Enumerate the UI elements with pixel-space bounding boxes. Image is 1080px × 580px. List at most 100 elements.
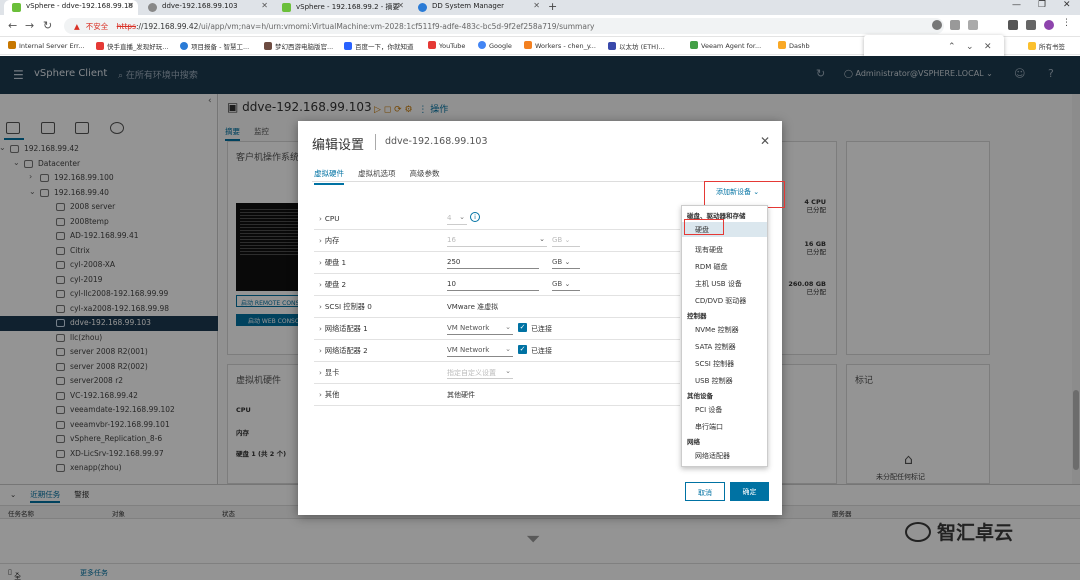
close-tab-icon[interactable]: ✕: [397, 1, 404, 10]
extensions-icon[interactable]: [1008, 20, 1018, 30]
expand-icon[interactable]: ›: [319, 214, 322, 223]
forward-icon[interactable]: →: [25, 19, 34, 32]
menu-item[interactable]: 主机 USB 设备: [682, 276, 767, 291]
expand-icon[interactable]: ›: [319, 368, 322, 377]
dialog-vm-name: ddve-192.168.99.103: [385, 136, 488, 147]
menu-item[interactable]: PCI 设备: [682, 402, 767, 417]
veeam-icon: [690, 41, 698, 49]
disk-1-size-input[interactable]: 250: [447, 256, 539, 269]
browser-tab-label: vSphere - 192.168.99.2 - 摘要: [296, 3, 400, 11]
wechat-icon: [905, 522, 931, 542]
dialog-title: 编辑设置: [312, 138, 365, 153]
more-menu-icon[interactable]: ⋮: [1062, 18, 1072, 28]
hw-row-label: CPU: [324, 214, 340, 223]
find-close-icon[interactable]: ✕: [984, 42, 992, 52]
close-icon[interactable]: ✕: [760, 134, 770, 148]
all-bookmarks[interactable]: 所有书签: [1028, 41, 1065, 51]
expand-icon[interactable]: ›: [319, 346, 322, 355]
bookmark-icon: [264, 42, 272, 50]
menu-item[interactable]: USB 控制器: [682, 373, 767, 388]
bookmark-item[interactable]: Workers - chen_y...: [524, 41, 596, 50]
cloudflare-icon: [524, 41, 532, 49]
menu-group-heading: 网络: [687, 438, 700, 446]
hw-row-scsi-controller[interactable]: › SCSI 控制器 0 VMware 准虚拟: [314, 296, 680, 318]
bookmark-icon: [778, 41, 786, 49]
tab-virtual-hardware[interactable]: 虚拟硬件: [314, 168, 344, 185]
find-prev-icon[interactable]: ⌃: [948, 42, 956, 52]
close-window-icon[interactable]: ✕: [1063, 0, 1071, 10]
expand-icon[interactable]: ›: [319, 324, 322, 333]
menu-item[interactable]: CD/DVD 驱动器: [682, 293, 767, 308]
expand-icon[interactable]: ›: [319, 280, 322, 289]
chevron-down-icon: ⌄: [459, 213, 465, 221]
menu-item[interactable]: NVMe 控制器: [682, 322, 767, 337]
bookmark-star-icon[interactable]: [968, 20, 978, 30]
network-2-select[interactable]: VM Network ⌄: [447, 344, 513, 357]
share-icon[interactable]: [950, 20, 960, 30]
expand-icon[interactable]: ›: [319, 390, 322, 399]
close-tab-icon[interactable]: ✕: [533, 1, 540, 10]
translate-icon[interactable]: [932, 20, 942, 30]
sidebar-icon[interactable]: [1026, 20, 1036, 30]
find-next-icon[interactable]: ⌄: [966, 42, 974, 52]
browser-tab[interactable]: vSphere - ddve-192.168.99.10 ✕: [4, 0, 138, 15]
hw-row-network-2[interactable]: › 网络适配器 2 VM Network ⌄ ✓ 已连接: [314, 340, 680, 362]
cancel-button[interactable]: 取消: [685, 482, 725, 501]
expand-icon[interactable]: ›: [319, 236, 322, 245]
bookmark-item[interactable]: YouTube: [428, 41, 465, 50]
bookmark-item[interactable]: 以太坊 (ETH)...: [608, 41, 665, 51]
bookmark-item[interactable]: 梦幻西游电脑版官...: [264, 41, 333, 51]
bookmark-item[interactable]: 快手直播_发现好玩...: [96, 41, 168, 51]
menu-item[interactable]: SCSI 控制器: [682, 356, 767, 371]
hw-row-label: 网络适配器 2: [324, 346, 368, 355]
cpu-select[interactable]: 4 ⌄: [447, 212, 467, 225]
menu-item[interactable]: SATA 控制器: [682, 339, 767, 354]
bookmark-item[interactable]: 项目报备 - 智慧工...: [180, 41, 249, 51]
restore-icon[interactable]: ❐: [1038, 0, 1046, 10]
hw-row-video-card[interactable]: › 显卡 指定自定义设置 ⌄: [314, 362, 680, 384]
browser-tab[interactable]: ddve-192.168.99.103 ✕: [140, 0, 272, 15]
video-card-select[interactable]: 指定自定义设置 ⌄: [447, 366, 513, 379]
expand-icon[interactable]: ›: [319, 302, 322, 311]
hw-row-disk-2[interactable]: › 硬盘 2 10 GB ⌄: [314, 274, 680, 296]
disk-2-size-input[interactable]: 10: [447, 278, 539, 291]
bookmark-item[interactable]: 百度一下，你就知道: [344, 41, 414, 51]
menu-item[interactable]: 串行端口: [682, 419, 767, 434]
minimize-icon[interactable]: —: [1012, 0, 1021, 10]
back-icon[interactable]: ←: [8, 19, 17, 32]
info-icon[interactable]: i: [470, 212, 480, 222]
bookmark-item[interactable]: Internal Server Err...: [8, 41, 84, 50]
close-tab-icon[interactable]: ✕: [261, 1, 268, 10]
browser-tab[interactable]: DD System Manager ✕: [410, 0, 544, 15]
expand-icon[interactable]: ›: [319, 258, 322, 267]
disk-2-unit-select[interactable]: GB ⌄: [552, 278, 580, 291]
bookmark-item[interactable]: Google: [478, 41, 512, 50]
hw-row-label: 显卡: [324, 368, 340, 377]
new-tab-button[interactable]: +: [548, 0, 557, 13]
network-1-select[interactable]: VM Network ⌄: [447, 322, 513, 335]
memory-input[interactable]: 16 ⌄: [447, 234, 547, 247]
connected-checkbox[interactable]: ✓: [518, 345, 527, 354]
menu-group-heading: 其他设备: [687, 392, 713, 400]
disk-1-unit-select[interactable]: GB ⌄: [552, 256, 580, 269]
hw-row-network-1[interactable]: › 网络适配器 1 VM Network ⌄ ✓ 已连接: [314, 318, 680, 340]
bookmark-item[interactable]: Dashb: [778, 41, 810, 50]
ok-button[interactable]: 确定: [730, 482, 769, 501]
hw-row-memory[interactable]: › 内存 16 ⌄ GB ⌄: [314, 230, 680, 252]
hw-row-other[interactable]: › 其他 其他硬件: [314, 384, 680, 406]
close-tab-icon[interactable]: ✕: [127, 1, 134, 10]
memory-unit-select[interactable]: GB ⌄: [552, 234, 580, 247]
reload-icon[interactable]: ↻: [43, 19, 52, 32]
bookmark-item[interactable]: Veeam Agent for...: [690, 41, 761, 50]
hw-row-disk-1[interactable]: › 硬盘 1 250 GB ⌄: [314, 252, 680, 274]
hw-row-label: 硬盘 2: [324, 280, 347, 289]
menu-item[interactable]: 网络适配器: [682, 448, 767, 463]
menu-item[interactable]: 现有硬盘: [682, 242, 767, 257]
menu-item[interactable]: RDM 磁盘: [682, 259, 767, 274]
url-input[interactable]: ▲ 不安全 https://192.168.99.42/ui/app/vm;nav…: [64, 18, 944, 34]
profile-avatar[interactable]: [1044, 20, 1054, 30]
globe-icon: [148, 3, 157, 12]
hw-row-cpu[interactable]: › CPU 4 ⌄ i: [314, 208, 680, 230]
connected-checkbox[interactable]: ✓: [518, 323, 527, 332]
browser-tab[interactable]: vSphere - 192.168.99.2 - 摘要 ✕: [274, 0, 408, 15]
